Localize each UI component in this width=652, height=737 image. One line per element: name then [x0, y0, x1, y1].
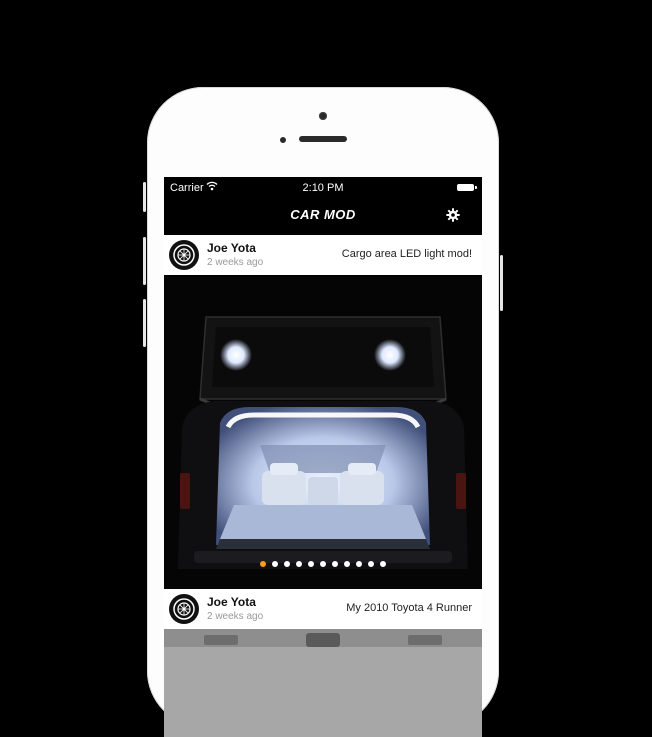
carousel-dot[interactable] [308, 561, 314, 567]
volume-down-button [143, 299, 146, 347]
post-title: Cargo area LED light mod! [341, 248, 472, 260]
proximity-sensor [280, 137, 286, 143]
suv-rear-photo [164, 629, 482, 737]
carousel-dot[interactable] [368, 561, 374, 567]
post-photo[interactable] [164, 629, 482, 737]
suv-cargo-led-photo [164, 277, 482, 589]
carousel-dot[interactable] [344, 561, 350, 567]
app-screen: Carrier 2:10 PM CAR MOD Joe Yota 2 weeks… [164, 177, 482, 737]
post-title: My 2010 Toyota 4 Runner [346, 602, 472, 614]
photo-carousel-indicator [164, 561, 482, 567]
gear-icon[interactable] [446, 208, 460, 222]
mute-switch [143, 182, 146, 212]
author-name[interactable]: Joe Yota [207, 241, 256, 255]
phone-frame: Carrier 2:10 PM CAR MOD Joe Yota 2 weeks… [143, 87, 503, 737]
tire-icon [173, 244, 195, 266]
carousel-dot[interactable] [380, 561, 386, 567]
carousel-dot[interactable] [272, 561, 278, 567]
post-header[interactable]: Joe Yota 2 weeks ago Cargo area LED ligh… [164, 235, 482, 275]
front-camera [319, 112, 327, 120]
status-bar: Carrier 2:10 PM [164, 177, 482, 197]
carousel-dot[interactable] [296, 561, 302, 567]
battery-icon [457, 184, 477, 191]
carousel-dot[interactable] [284, 561, 290, 567]
post-timestamp: 2 weeks ago [207, 257, 264, 268]
volume-up-button [143, 237, 146, 285]
tire-icon [173, 598, 195, 620]
nav-bar: CAR MOD [164, 199, 482, 233]
post-header[interactable]: Joe Yota 2 weeks ago My 2010 Toyota 4 Ru… [164, 589, 482, 629]
status-time: 2:10 PM [302, 182, 344, 194]
earpiece-speaker [299, 136, 347, 142]
avatar[interactable] [169, 594, 199, 624]
post-photo[interactable] [164, 277, 482, 589]
avatar[interactable] [169, 240, 199, 270]
carousel-dot[interactable] [320, 561, 326, 567]
post-timestamp: 2 weeks ago [207, 611, 264, 622]
carousel-dot[interactable] [260, 561, 266, 567]
carousel-dot[interactable] [332, 561, 338, 567]
power-button [500, 255, 503, 311]
author-name[interactable]: Joe Yota [207, 595, 256, 609]
carousel-dot[interactable] [356, 561, 362, 567]
app-logo: CAR MOD [290, 207, 356, 222]
